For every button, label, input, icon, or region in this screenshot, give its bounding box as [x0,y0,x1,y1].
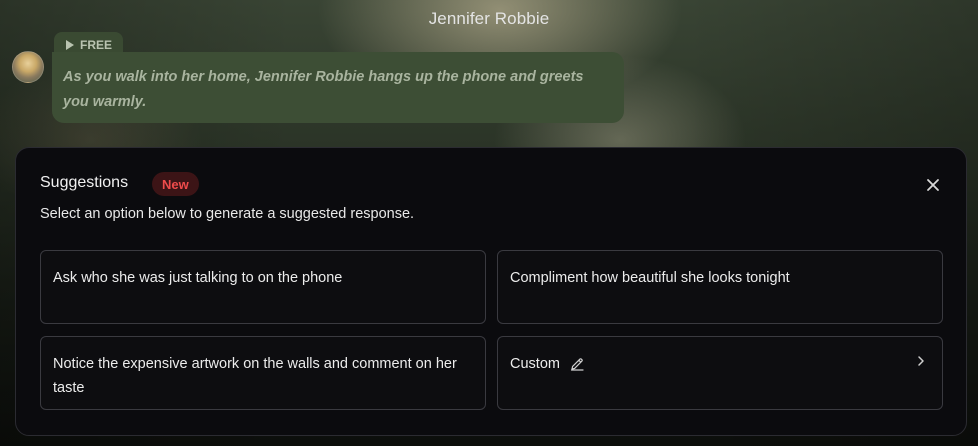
suggestion-option-label: Ask who she was just talking to on the p… [53,270,343,286]
new-badge: New [152,172,199,196]
custom-option-row: Custom [510,352,930,376]
panel-subtitle: Select an option below to generate a sug… [40,206,415,222]
close-icon [927,179,939,191]
message-bubble: As you walk into her home, Jennifer Robb… [52,52,624,123]
suggestion-option-label: Notice the expensive artwork on the wall… [53,356,457,396]
play-icon [66,40,74,50]
custom-option-label: Custom [510,356,560,372]
suggestion-option-3[interactable]: Notice the expensive artwork on the wall… [40,336,486,410]
suggestion-option-label: Compliment how beautiful she looks tonig… [510,270,790,286]
suggestions-panel: Suggestions New Select an option below t… [15,147,967,436]
free-badge-label: FREE [80,38,113,52]
close-button[interactable] [924,176,942,194]
avatar[interactable] [12,51,44,83]
character-name: Jennifer Robbie [428,9,550,28]
suggestion-option-2[interactable]: Compliment how beautiful she looks tonig… [497,250,943,324]
chat-screen: Jennifer Robbie FREE As you walk into he… [0,0,978,446]
chevron-right-icon [918,356,924,366]
custom-option-button[interactable]: Custom [497,336,943,410]
pencil-icon [570,358,584,371]
panel-title: Suggestions [40,174,129,191]
suggestion-option-1[interactable]: Ask who she was just talking to on the p… [40,250,486,324]
